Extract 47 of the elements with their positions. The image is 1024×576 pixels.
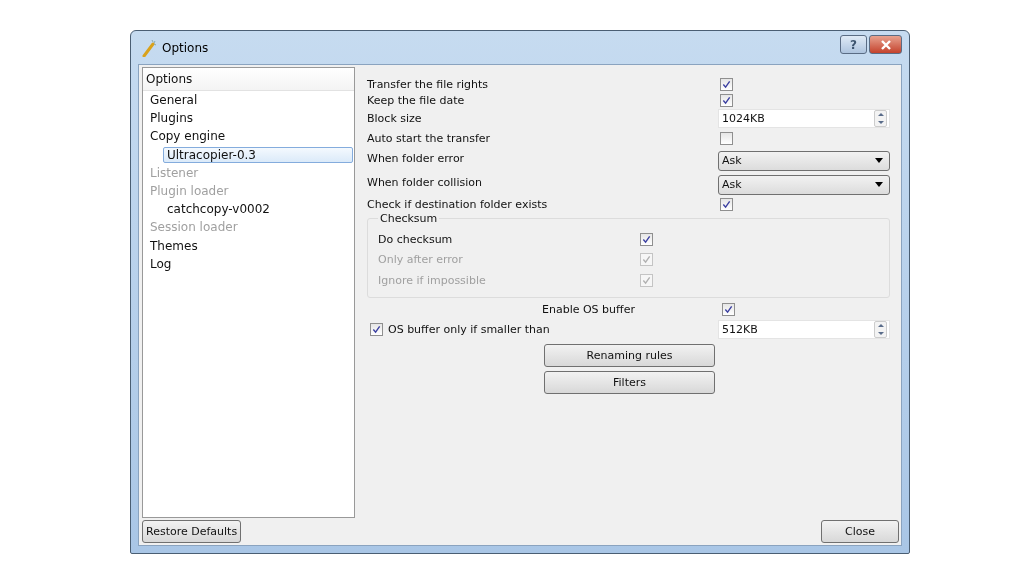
window-title: Options [162, 40, 209, 55]
setting-label: When folder error [367, 151, 466, 167]
setting-label: Do checksum [378, 232, 454, 246]
tree-item[interactable]: Log [146, 255, 176, 272]
setting-label: Keep the file date [367, 93, 466, 108]
checkbox[interactable] [722, 303, 735, 316]
checkbox[interactable] [720, 78, 733, 91]
checkmark-icon [722, 200, 731, 209]
close-button[interactable]: Close [821, 520, 899, 543]
setting-label: When folder collision [367, 175, 483, 191]
checkmark-icon [372, 325, 381, 334]
caret-icon [875, 182, 883, 187]
dropdown[interactable]: Ask [718, 174, 890, 195]
setting-label: Check if destination folder exists [367, 197, 549, 212]
action-button[interactable]: Renaming rules [544, 343, 715, 367]
setting-label: Auto start the transfer [367, 131, 492, 147]
close-button[interactable] [869, 35, 902, 54]
spin-box[interactable]: 1024KB [718, 109, 890, 128]
spin-arrows-icon[interactable] [874, 321, 887, 338]
help-button[interactable]: ? [840, 35, 867, 54]
tree-item[interactable]: Copy engine [146, 128, 230, 145]
checkbox[interactable] [720, 198, 733, 211]
checkmark-icon [724, 305, 733, 314]
caret-icon [875, 158, 883, 163]
tree-item[interactable]: Themes [146, 237, 202, 254]
setting-label: Enable OS buffer [542, 303, 636, 316]
setting-label: Block size [367, 111, 423, 127]
setting-label: Only after error [378, 253, 464, 267]
checkbox[interactable] [720, 94, 733, 107]
tree-item[interactable]: Ultracopier-0.3 [163, 146, 353, 163]
setting-label: Transfer the file rights [367, 77, 490, 92]
wand-icon [142, 38, 158, 57]
spin-arrows-icon[interactable] [874, 110, 887, 127]
action-button[interactable]: Filters [544, 370, 715, 394]
group-title: Checksum [379, 212, 439, 225]
dropdown[interactable]: Ask [718, 150, 890, 171]
checkbox[interactable] [640, 232, 653, 246]
setting-label: Ignore if impossible [378, 273, 487, 287]
tree-item[interactable]: General [146, 92, 202, 109]
checkmark-icon [642, 234, 651, 244]
restore-defaults-button[interactable]: Restore Defaults [142, 520, 242, 543]
close-icon [879, 39, 892, 50]
setting-label: OS buffer only if smaller than [388, 323, 551, 336]
checkbox[interactable] [370, 323, 383, 336]
spin-box[interactable]: 512KB [718, 320, 890, 339]
checkbox[interactable] [720, 132, 733, 145]
tree-item[interactable]: Plugins [146, 110, 197, 127]
